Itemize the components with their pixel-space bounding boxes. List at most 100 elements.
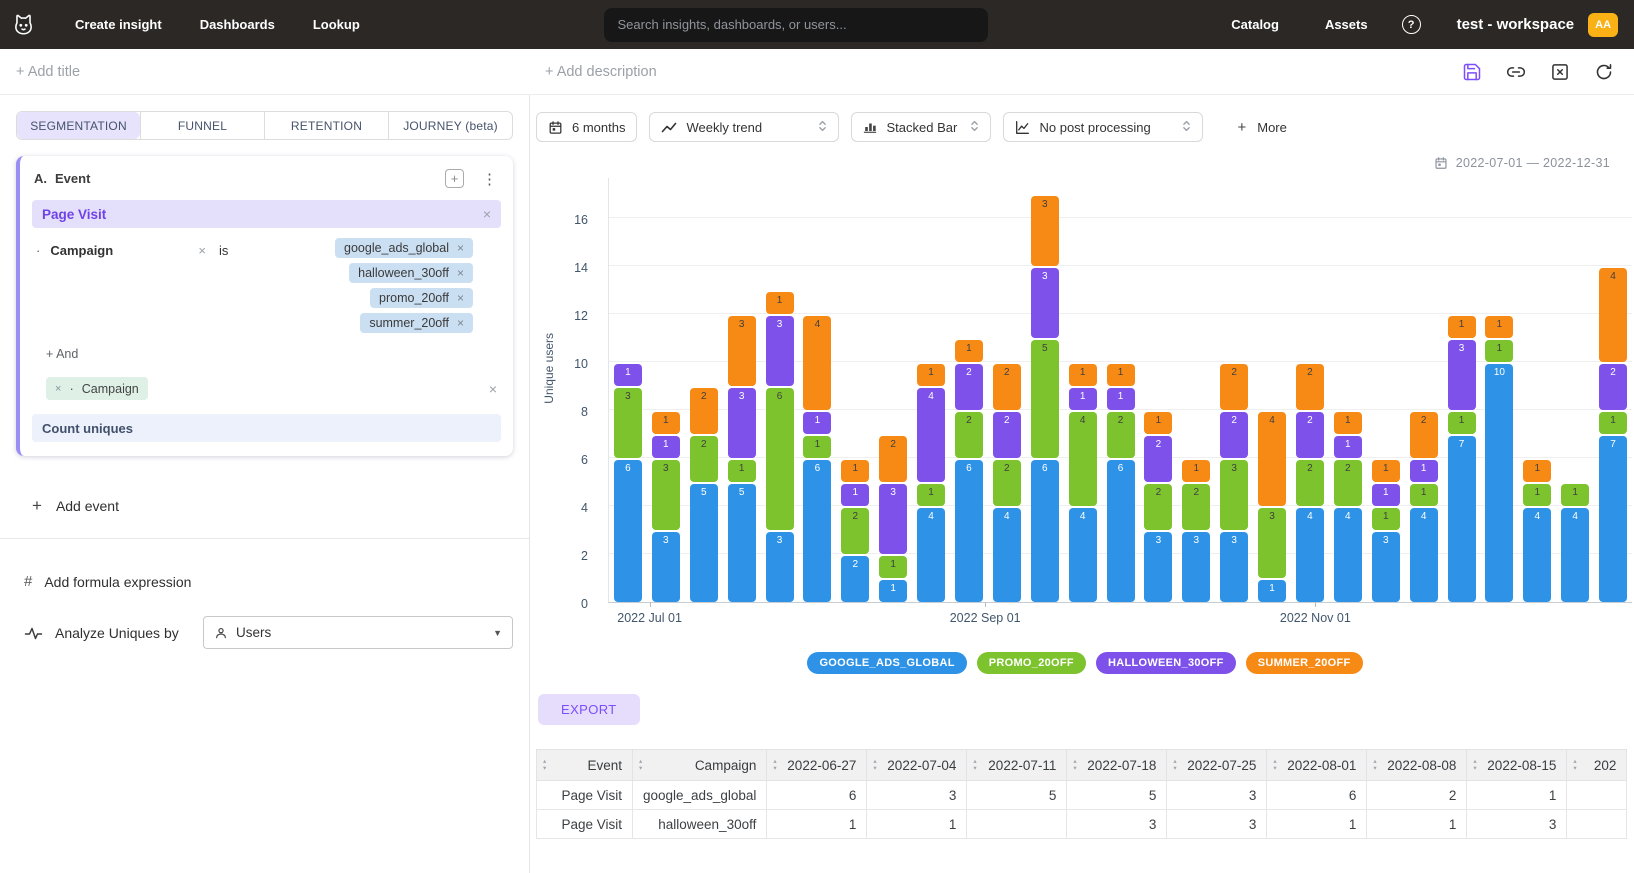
bar-segment-google_ads_global[interactable]: 10 (1485, 364, 1513, 602)
chart-type-select[interactable]: Stacked Bar (851, 112, 991, 142)
analyze-by-select[interactable]: Users ▼ (203, 616, 513, 649)
sort-icon[interactable]: ▴▾ (1573, 758, 1576, 772)
nav-catalog[interactable]: Catalog (1231, 17, 1279, 32)
bar-segment-halloween_30off[interactable]: 3 (728, 388, 756, 458)
sort-icon[interactable]: ▴▾ (639, 758, 642, 772)
legend-item-summer_20off[interactable]: SUMMER_20OFF (1246, 652, 1363, 674)
bar-segment-summer_20off[interactable]: 2 (1296, 364, 1324, 410)
bar-segment-promo_20off[interactable]: 2 (1296, 460, 1324, 506)
table-header-202[interactable]: ▴▾202 (1567, 750, 1627, 781)
bar-segment-promo_20off[interactable]: 2 (1144, 484, 1172, 530)
legend-item-google_ads_global[interactable]: GOOGLE_ADS_GLOBAL (807, 652, 966, 674)
refresh-icon[interactable] (1594, 62, 1614, 82)
add-event-button[interactable]: + Add event (32, 496, 172, 516)
bar-segment-promo_20off[interactable]: 2 (1334, 460, 1362, 506)
bar-segment-halloween_30off[interactable]: 3 (766, 316, 794, 386)
sort-icon[interactable]: ▴▾ (1273, 758, 1276, 772)
bar-segment-summer_20off[interactable]: 1 (1485, 316, 1513, 338)
bar-segment-promo_20off[interactable]: 2 (955, 412, 983, 458)
bar-segment-summer_20off[interactable]: 2 (993, 364, 1021, 410)
filter-value-chip[interactable]: summer_20off× (360, 313, 473, 333)
bar-segment-google_ads_global[interactable]: 4 (1334, 508, 1362, 602)
bar-segment-summer_20off[interactable]: 1 (766, 292, 794, 314)
bar-segment-google_ads_global[interactable]: 3 (1372, 532, 1400, 602)
bar-segment-halloween_30off[interactable]: 1 (614, 364, 642, 386)
card-menu-icon[interactable]: ⋮ (482, 170, 497, 188)
bar-segment-halloween_30off[interactable]: 3 (1448, 340, 1476, 410)
sort-icon[interactable]: ▴▾ (1473, 758, 1476, 772)
bar-segment-promo_20off[interactable]: 4 (1069, 412, 1097, 506)
bar-segment-google_ads_global[interactable]: 2 (841, 556, 869, 602)
remove-filter-icon[interactable]: × (198, 243, 206, 258)
tab-journey-beta[interactable]: JOURNEY (beta) (388, 112, 512, 139)
bar-segment-halloween_30off[interactable]: 3 (1031, 268, 1059, 338)
bar-segment-google_ads_global[interactable]: 3 (1144, 532, 1172, 602)
tab-retention[interactable]: RETENTION (264, 112, 388, 139)
bar-segment-google_ads_global[interactable]: 4 (993, 508, 1021, 602)
bar-segment-promo_20off[interactable]: 2 (1182, 484, 1210, 530)
breakdown-chip[interactable]: × · Campaign (46, 377, 148, 400)
bar-segment-google_ads_global[interactable]: 5 (690, 484, 718, 602)
search-input[interactable] (604, 8, 988, 42)
bar-segment-promo_20off[interactable]: 1 (1485, 340, 1513, 362)
bar-segment-halloween_30off[interactable]: 2 (955, 364, 983, 410)
more-button[interactable]: + More (1237, 119, 1286, 136)
save-icon[interactable] (1462, 62, 1482, 82)
add-and-condition[interactable]: + And (46, 347, 96, 361)
bar-segment-promo_20off[interactable]: 3 (1258, 508, 1286, 578)
bar-segment-summer_20off[interactable]: 4 (1599, 268, 1627, 362)
sort-icon[interactable]: ▴▾ (543, 758, 546, 772)
close-box-icon[interactable] (1550, 62, 1570, 82)
bar-segment-google_ads_global[interactable]: 4 (1523, 508, 1551, 602)
remove-breakdown-icon[interactable]: × (55, 383, 61, 395)
sort-icon[interactable]: ▴▾ (1073, 758, 1076, 772)
bar-segment-google_ads_global[interactable]: 4 (1561, 508, 1589, 602)
table-header-event[interactable]: ▴▾Event (537, 750, 633, 781)
filter-value-chip[interactable]: halloween_30off× (349, 263, 473, 283)
table-header-2022-08-01[interactable]: ▴▾2022-08-01 (1267, 750, 1367, 781)
bar-segment-promo_20off[interactable]: 1 (1523, 484, 1551, 506)
bar-segment-promo_20off[interactable]: 1 (1372, 508, 1400, 530)
legend-item-promo_20off[interactable]: PROMO_20OFF (977, 652, 1086, 674)
bar-segment-summer_20off[interactable]: 1 (1144, 412, 1172, 434)
event-name[interactable]: Page Visit (42, 207, 106, 222)
bar-segment-summer_20off[interactable]: 1 (1523, 460, 1551, 482)
bar-segment-halloween_30off[interactable]: 2 (993, 412, 1021, 458)
sort-icon[interactable]: ▴▾ (1173, 758, 1176, 772)
bar-segment-google_ads_global[interactable]: 4 (917, 508, 945, 602)
tab-funnel[interactable]: FUNNEL (140, 112, 264, 139)
bar-segment-promo_20off[interactable]: 1 (803, 436, 831, 458)
bar-segment-summer_20off[interactable]: 2 (879, 436, 907, 482)
bar-segment-halloween_30off[interactable]: 3 (879, 484, 907, 554)
bar-segment-summer_20off[interactable]: 1 (955, 340, 983, 362)
nav-lookup[interactable]: Lookup (313, 17, 360, 32)
bar-segment-google_ads_global[interactable]: 7 (1448, 436, 1476, 602)
bar-segment-promo_20off[interactable]: 1 (879, 556, 907, 578)
bar-segment-halloween_30off[interactable]: 1 (1334, 436, 1362, 458)
bar-segment-halloween_30off[interactable]: 4 (917, 388, 945, 482)
bar-segment-summer_20off[interactable]: 1 (652, 412, 680, 434)
add-filter-icon[interactable]: + (445, 169, 464, 188)
remove-event-icon[interactable]: × (483, 206, 491, 222)
trend-granularity-select[interactable]: Weekly trend (649, 112, 839, 142)
bar-segment-google_ads_global[interactable]: 3 (1220, 532, 1248, 602)
bar-segment-google_ads_global[interactable]: 4 (1410, 508, 1438, 602)
filter-value-chip[interactable]: promo_20off× (370, 288, 473, 308)
post-processing-select[interactable]: No post processing (1003, 112, 1203, 142)
table-header-2022-07-25[interactable]: ▴▾2022-07-25 (1167, 750, 1267, 781)
sort-icon[interactable]: ▴▾ (1373, 758, 1376, 772)
bar-segment-promo_20off[interactable]: 3 (614, 388, 642, 458)
filter-operator[interactable]: is (219, 243, 228, 258)
date-range-display[interactable]: 2022-07-01 — 2022-12-31 (536, 156, 1610, 170)
nav-create-insight[interactable]: Create insight (75, 17, 162, 32)
bar-segment-google_ads_global[interactable]: 6 (1107, 460, 1135, 602)
bar-segment-halloween_30off[interactable]: 2 (1144, 436, 1172, 482)
add-description-button[interactable]: + Add description (545, 64, 657, 80)
bar-segment-summer_20off[interactable]: 1 (1069, 364, 1097, 386)
link-icon[interactable] (1506, 62, 1526, 82)
bar-segment-promo_20off[interactable]: 5 (1031, 340, 1059, 458)
table-header-2022-07-18[interactable]: ▴▾2022-07-18 (1067, 750, 1167, 781)
bar-segment-promo_20off[interactable]: 1 (917, 484, 945, 506)
sort-icon[interactable]: ▴▾ (773, 758, 776, 772)
bar-segment-summer_20off[interactable]: 1 (1372, 460, 1400, 482)
